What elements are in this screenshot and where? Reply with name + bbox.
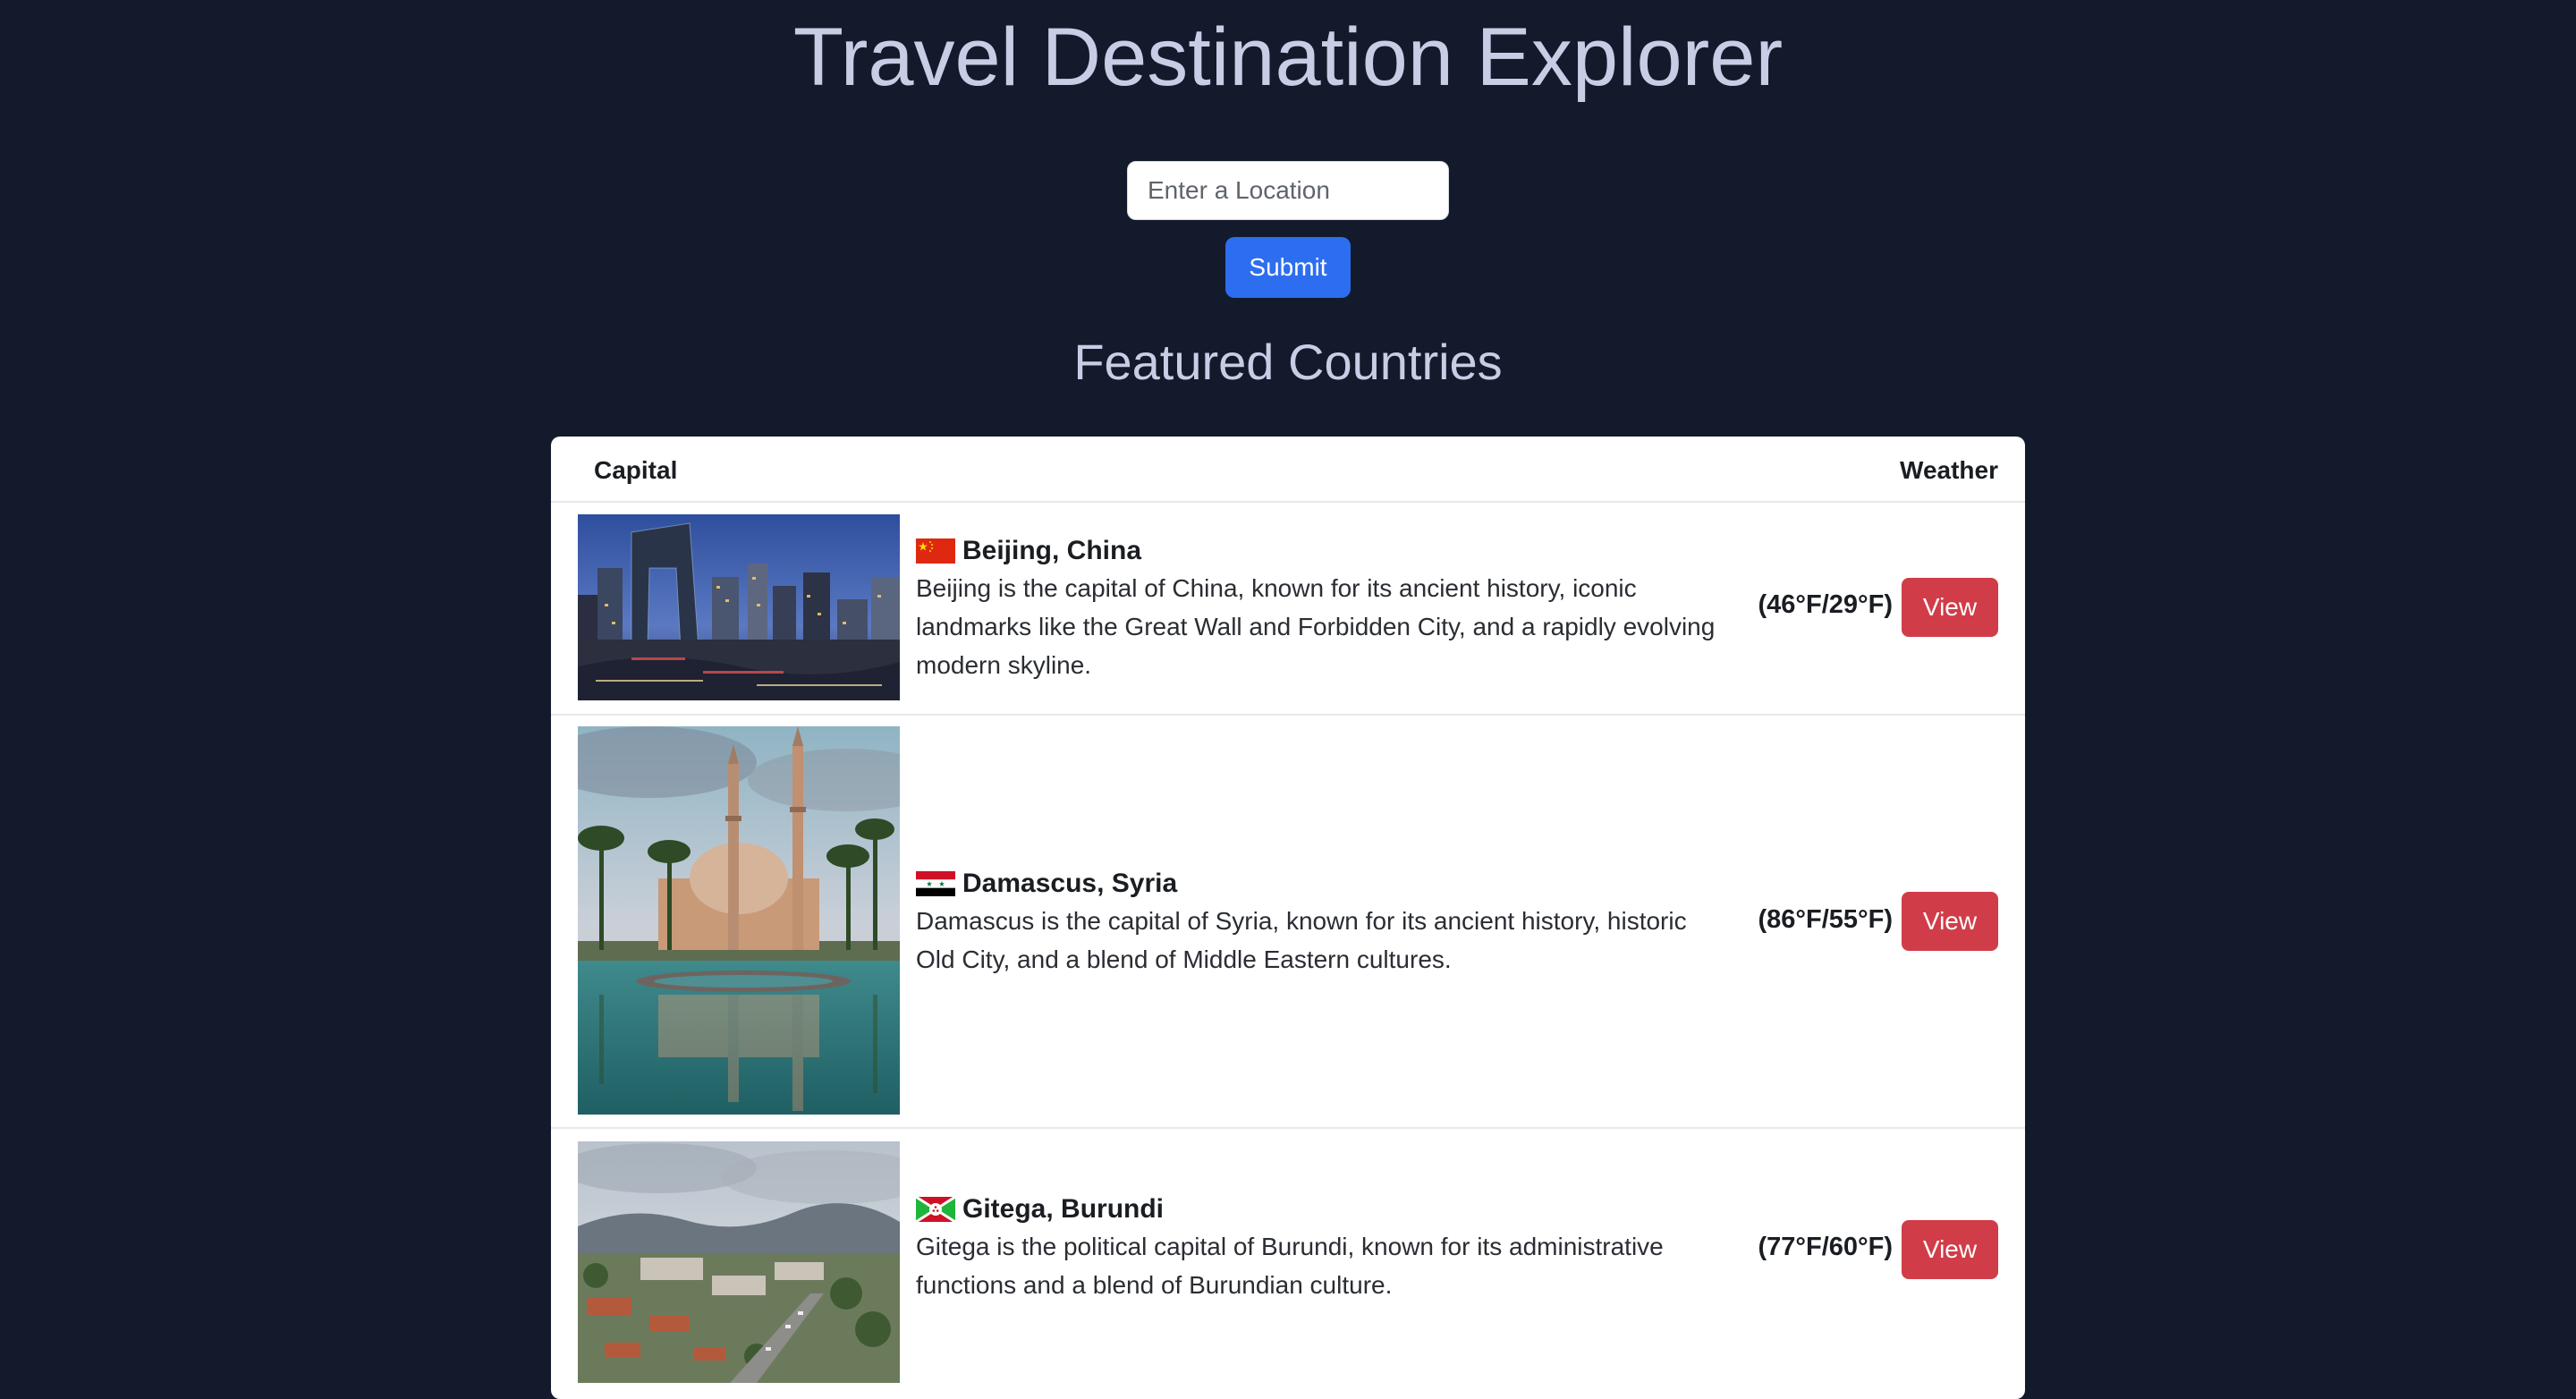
table-header: Capital Weather: [551, 437, 2025, 503]
china-flag-icon: [916, 538, 955, 564]
column-header-capital: Capital: [594, 456, 678, 484]
view-button[interactable]: View: [1902, 892, 1998, 951]
gitega-town-photo: [578, 1141, 900, 1383]
featured-countries-title: Featured Countries: [1073, 334, 1503, 390]
table-row-gitega: Gitega, Burundi Gitega is the political …: [551, 1127, 2025, 1399]
row-content: Gitega, Burundi Gitega is the political …: [916, 1191, 1730, 1304]
destination-description: Damascus is the capital of Syria, known …: [916, 907, 1687, 973]
destination-name-text: Damascus, Syria: [962, 869, 1178, 898]
destination-name-text: Beijing, China: [962, 536, 1142, 565]
weather-reading: (86°F/55°F): [1758, 905, 1893, 934]
destination-name-text: Gitega, Burundi: [962, 1194, 1164, 1224]
destination-name: Damascus, Syria: [916, 866, 1730, 902]
countries-table: Capital Weather Beijing, China Beijing i…: [551, 437, 2025, 1399]
view-button[interactable]: View: [1902, 1220, 1998, 1279]
table-row-beijing: Beijing, China Beijing is the capital of…: [551, 501, 2025, 716]
burundi-flag-icon: [916, 1197, 955, 1222]
column-header-weather: Weather: [1900, 456, 1998, 484]
damascus-mosque-photo: [578, 726, 900, 1115]
weather-reading: (77°F/60°F): [1758, 1233, 1893, 1261]
destination-description: Beijing is the capital of China, known f…: [916, 574, 1716, 679]
page-title: Travel Destination Explorer: [792, 12, 1784, 103]
destination-name: Gitega, Burundi: [916, 1191, 1730, 1227]
view-button[interactable]: View: [1902, 578, 1998, 637]
row-content: Damascus, Syria Damascus is the capital …: [916, 866, 1730, 979]
weather-reading: (46°F/29°F): [1758, 590, 1893, 619]
syria-flag-icon: [916, 871, 955, 896]
row-content: Beijing, China Beijing is the capital of…: [916, 533, 1730, 684]
location-search-input[interactable]: [1127, 161, 1449, 220]
destination-name: Beijing, China: [916, 533, 1730, 569]
beijing-skyline-photo: [578, 514, 900, 700]
submit-button[interactable]: Submit: [1225, 237, 1351, 298]
table-row-damascus: Damascus, Syria Damascus is the capital …: [551, 714, 2025, 1129]
destination-description: Gitega is the political capital of Burun…: [916, 1233, 1664, 1299]
